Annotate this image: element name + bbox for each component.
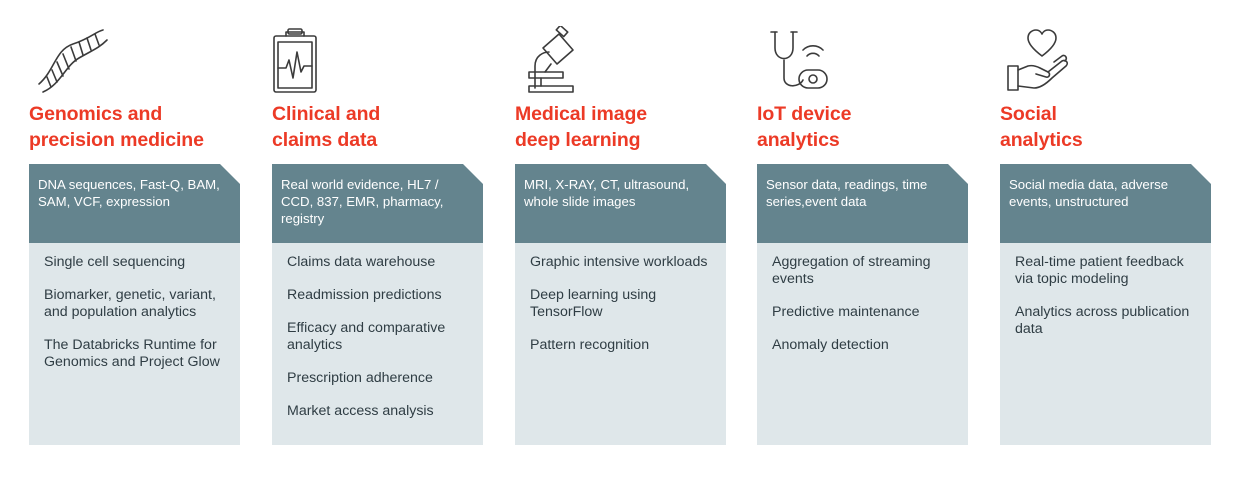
data-sources-text: Social media data, adverse events, unstr… xyxy=(1009,177,1169,209)
use-cases-box: Claims data warehouse Readmission predic… xyxy=(272,243,483,445)
use-cases-list: Claims data warehouse Readmission predic… xyxy=(287,254,475,420)
use-cases-list: Aggregation of streaming events Predicti… xyxy=(772,254,960,354)
list-item: Efficacy and comparative analytics xyxy=(287,320,446,353)
list-item: Anomaly detection xyxy=(772,337,889,353)
list-item: Pattern recognition xyxy=(530,337,650,353)
list-item: Analytics across publication data xyxy=(1015,304,1190,337)
data-sources-box: Sensor data, readings, time series,event… xyxy=(757,164,968,243)
column-title: Clinical and claims data xyxy=(272,103,381,151)
use-cases-box: Graphic intensive workloads Deep learnin… xyxy=(515,243,726,445)
use-cases-list: Single cell sequencing Biomarker, geneti… xyxy=(44,254,232,371)
hand-heart-icon xyxy=(1004,26,1084,96)
stethoscope-wireless-icon xyxy=(763,26,843,96)
list-item: Readmission predictions xyxy=(287,287,442,303)
list-item: Market access analysis xyxy=(287,403,434,419)
use-cases-box: Single cell sequencing Biomarker, geneti… xyxy=(29,243,240,445)
data-sources-text: Sensor data, readings, time series,event… xyxy=(766,177,928,209)
list-item: Graphic intensive workloads xyxy=(530,254,708,270)
list-item: Real-time patient feedback via topic mod… xyxy=(1015,254,1184,287)
list-item: Predictive maintenance xyxy=(772,304,920,320)
data-sources-box: Real world evidence, HL7 / CCD, 837, EMR… xyxy=(272,164,483,243)
column-title: Social analytics xyxy=(1000,103,1083,151)
data-sources-box: DNA sequences, Fast-Q, BAM, SAM, VCF, ex… xyxy=(29,164,240,243)
list-item: Aggregation of streaming events xyxy=(772,254,931,287)
list-item: Single cell sequencing xyxy=(44,254,186,270)
clipboard-heartbeat-icon xyxy=(268,26,348,96)
list-item: Claims data warehouse xyxy=(287,254,436,270)
dna-icon xyxy=(33,26,113,96)
list-item: Biomarker, genetic, variant, and populat… xyxy=(44,287,216,320)
use-cases-list: Real-time patient feedback via topic mod… xyxy=(1015,254,1203,338)
list-item: Prescription adherence xyxy=(287,370,433,386)
data-sources-box: MRI, X-RAY, CT, ultrasound, whole slide … xyxy=(515,164,726,243)
data-sources-text: Real world evidence, HL7 / CCD, 837, EMR… xyxy=(281,177,444,226)
use-cases-box: Aggregation of streaming events Predicti… xyxy=(757,243,968,445)
data-sources-text: MRI, X-RAY, CT, ultrasound, whole slide … xyxy=(524,177,690,209)
data-sources-text: DNA sequences, Fast-Q, BAM, SAM, VCF, ex… xyxy=(38,177,220,209)
column-title: Genomics and precision medicine xyxy=(29,103,204,151)
data-sources-box: Social media data, adverse events, unstr… xyxy=(1000,164,1211,243)
list-item: The Databricks Runtime for Genomics and … xyxy=(44,337,220,370)
column-title: IoT device analytics xyxy=(757,103,852,151)
column-title: Medical image deep learning xyxy=(515,103,648,151)
use-cases-list: Graphic intensive workloads Deep learnin… xyxy=(530,254,718,354)
microscope-icon xyxy=(521,26,601,96)
use-cases-box: Real-time patient feedback via topic mod… xyxy=(1000,243,1211,445)
list-item: Deep learning using TensorFlow xyxy=(530,287,657,320)
